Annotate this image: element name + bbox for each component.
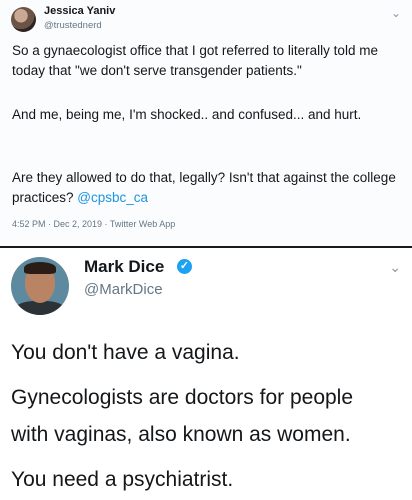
- tweet-mark-dice[interactable]: Mark Dice ✓ @MarkDice ⌄ You don't have a…: [0, 248, 412, 500]
- tweet-text-paragraph: So a gynaecologist office that I got ref…: [12, 43, 378, 78]
- avatar-shirt: [15, 301, 65, 315]
- author-handle[interactable]: @trustednerd: [44, 20, 102, 31]
- author-name[interactable]: Mark Dice: [84, 257, 164, 277]
- tweet-timestamp[interactable]: 4:52 PM · Dec 2, 2019 · Twitter Web App: [12, 219, 175, 229]
- mention-link[interactable]: @cpsbc_ca: [77, 190, 148, 205]
- chevron-down-icon[interactable]: ⌄: [391, 7, 401, 19]
- chevron-down-icon[interactable]: ⌄: [389, 260, 401, 274]
- avatar-hair: [24, 262, 56, 274]
- tweet-jessica-yaniv[interactable]: Jessica Yaniv @trustednerd ⌄ So a gynaec…: [0, 0, 412, 246]
- tweet-text-paragraph: And me, being me, I'm shocked.. and conf…: [12, 107, 362, 122]
- author-handle[interactable]: @MarkDice: [84, 281, 163, 298]
- tweet-text-line: You don't have a vagina.: [11, 341, 240, 364]
- verified-badge-icon: ✓: [177, 259, 192, 274]
- tweet-text-paragraph: Are they allowed to do that, legally? Is…: [12, 168, 402, 208]
- avatar[interactable]: [11, 257, 69, 315]
- tweet-text-line: with vaginas, also known as women.: [11, 423, 351, 446]
- tweet-text-line: You need a psychiatrist.: [11, 468, 234, 491]
- avatar[interactable]: [11, 7, 36, 32]
- tweet-text-line: Gynecologists are doctors for people: [11, 386, 354, 409]
- author-name[interactable]: Jessica Yaniv: [44, 5, 115, 17]
- tweet-text: Are they allowed to do that, legally? Is…: [12, 170, 396, 205]
